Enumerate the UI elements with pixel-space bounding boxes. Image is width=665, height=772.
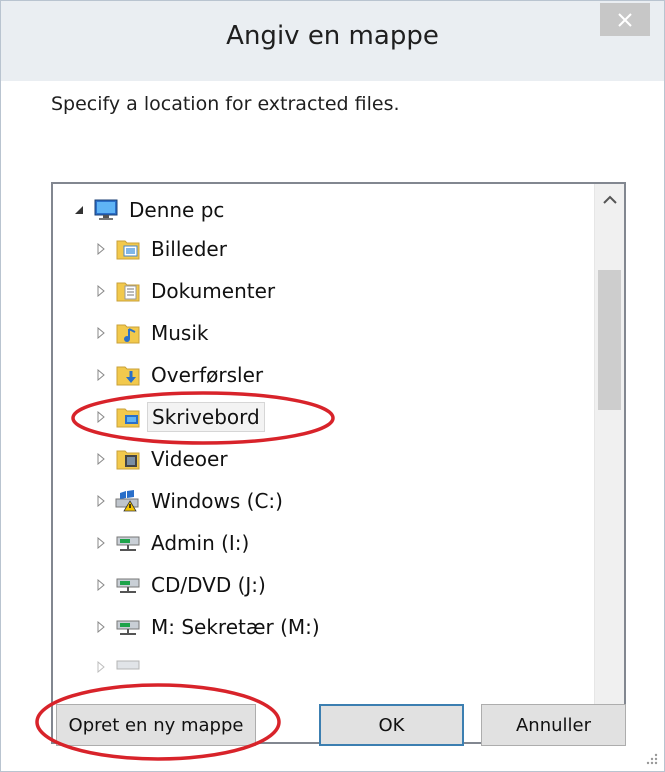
downloads-folder-icon — [113, 360, 143, 390]
tree-item-cd-dvd-j[interactable]: CD/DVD (J:) — [93, 569, 270, 601]
documents-folder-icon — [113, 276, 143, 306]
tree-item-label: Skrivebord — [147, 402, 265, 432]
network-drive-icon — [113, 528, 143, 558]
tree-item-musik[interactable]: Musik — [93, 317, 213, 349]
computer-icon — [91, 195, 121, 225]
collapsed-arrow-icon[interactable] — [93, 283, 109, 299]
tree-item-dokumenter[interactable]: Dokumenter — [93, 275, 279, 307]
tree-item-denne-pc[interactable]: Denne pc — [71, 194, 228, 226]
folder-dialog: Angiv en mappe Specify a location for ex… — [0, 0, 665, 772]
tree-item-label: CD/DVD (J:) — [151, 573, 266, 597]
network-drive-icon — [113, 570, 143, 600]
window-title: Angiv en mappe — [226, 21, 439, 51]
desktop-folder-icon — [113, 402, 143, 432]
collapsed-arrow-icon[interactable] — [93, 451, 109, 467]
close-icon — [618, 12, 632, 27]
tree-item-label: Musik — [151, 321, 209, 345]
tree-item-admin-i[interactable]: Admin (I:) — [93, 527, 253, 559]
pictures-folder-icon — [113, 234, 143, 264]
tree-item-windows-c[interactable]: Windows (C:) — [93, 485, 287, 517]
network-drive-icon — [113, 612, 143, 642]
system-drive-icon — [113, 486, 143, 516]
ok-button-label: OK — [378, 714, 405, 736]
tree-items: Denne pc Billeder Dokumenter Musik Overf… — [53, 184, 594, 742]
tree-item-label: Admin (I:) — [151, 531, 250, 555]
tree-item-label: Videoer — [151, 447, 228, 471]
tree-item-partial[interactable] — [93, 651, 147, 683]
expanded-arrow-icon[interactable] — [71, 202, 87, 218]
tree-scrollbar[interactable] — [594, 184, 624, 742]
tree-item-skrivebord[interactable]: Skrivebord — [93, 401, 265, 433]
collapsed-arrow-icon[interactable] — [93, 325, 109, 341]
collapsed-arrow-icon[interactable] — [93, 535, 109, 551]
title-bar[interactable]: Angiv en mappe — [1, 1, 664, 81]
network-drive-icon — [113, 652, 143, 682]
tree-item-billeder[interactable]: Billeder — [93, 233, 231, 265]
dialog-content: Specify a location for extracted files. — [1, 81, 664, 771]
scrollbar-thumb[interactable] — [598, 270, 621, 410]
new-folder-button-label: Opret en ny mappe — [68, 714, 244, 736]
folder-tree[interactable]: Denne pc Billeder Dokumenter Musik Overf… — [51, 182, 626, 744]
collapsed-arrow-icon[interactable] — [93, 619, 109, 635]
tree-item-label: Windows (C:) — [151, 489, 283, 513]
tree-item-label: M: Sekretær (M:) — [151, 615, 320, 639]
tree-item-label: Dokumenter — [151, 279, 276, 303]
tree-item-sekretaer-m[interactable]: M: Sekretær (M:) — [93, 611, 324, 643]
cancel-button-label: Annuller — [515, 714, 591, 736]
close-button[interactable] — [600, 3, 650, 36]
collapsed-arrow-icon[interactable] — [93, 577, 109, 593]
collapsed-arrow-icon[interactable] — [93, 241, 109, 257]
videos-folder-icon — [113, 444, 143, 474]
collapsed-arrow-icon[interactable] — [93, 493, 109, 509]
prompt-text: Specify a location for extracted files. — [51, 93, 400, 115]
music-folder-icon — [113, 318, 143, 348]
ok-button[interactable]: OK — [319, 704, 464, 746]
tree-item-label: Billeder — [151, 237, 227, 261]
tree-item-videoer[interactable]: Videoer — [93, 443, 232, 475]
collapsed-arrow-icon[interactable] — [93, 409, 109, 425]
resize-grip-icon[interactable] — [644, 751, 658, 765]
new-folder-button[interactable]: Opret en ny mappe — [56, 704, 256, 746]
collapsed-arrow-icon[interactable] — [93, 367, 109, 383]
tree-item-overforsler[interactable]: Overførsler — [93, 359, 267, 391]
tree-item-label: Overførsler — [151, 363, 264, 387]
cancel-button[interactable]: Annuller — [481, 704, 626, 746]
scroll-up-icon[interactable] — [595, 184, 624, 216]
collapsed-arrow-icon[interactable] — [93, 659, 109, 675]
tree-item-label: Denne pc — [129, 198, 225, 222]
